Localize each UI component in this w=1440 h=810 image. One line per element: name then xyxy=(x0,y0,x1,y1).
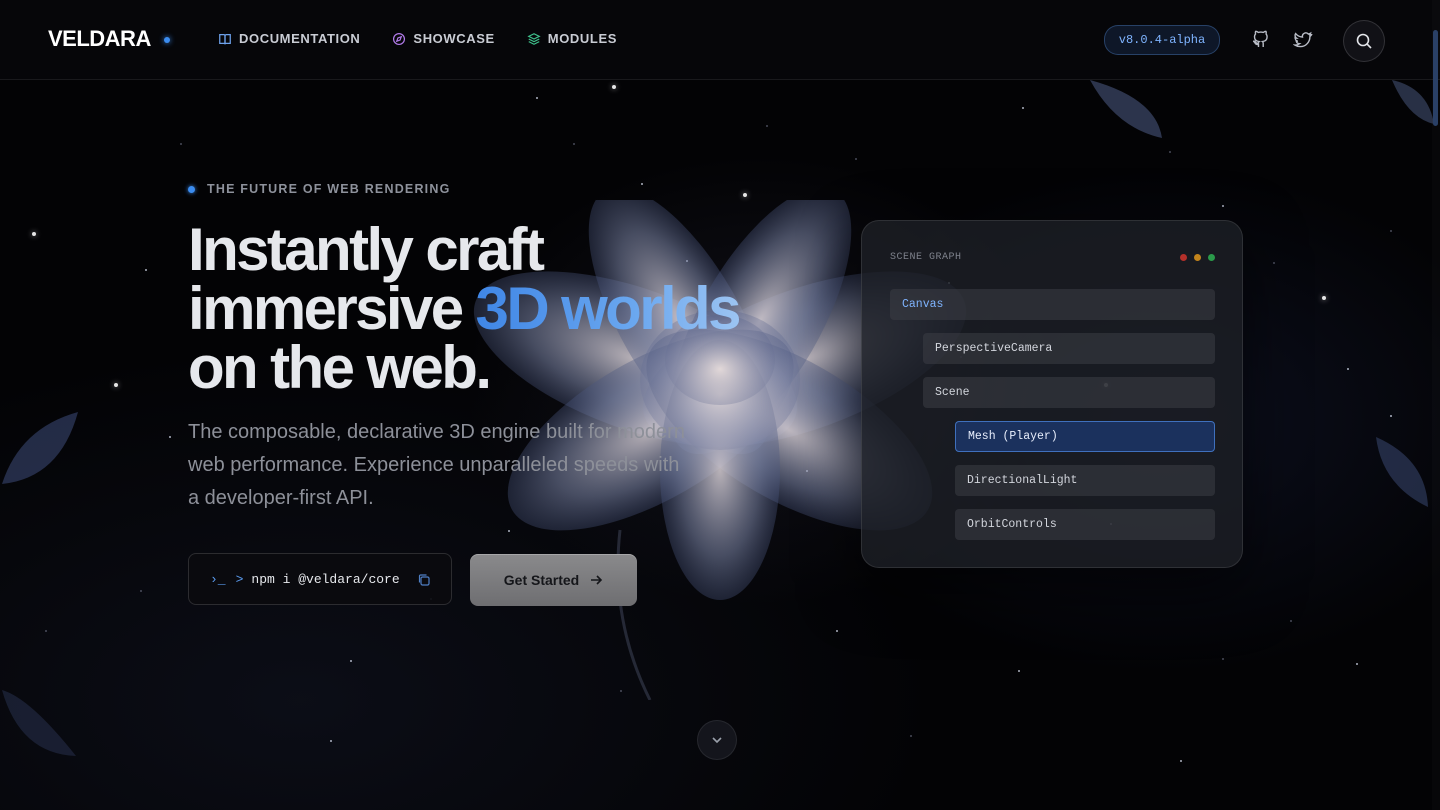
eyebrow-dot xyxy=(188,185,195,193)
headline-line-2: immersive 3D worlds xyxy=(188,279,741,339)
main-nav: DOCUMENTATION SHOWCASE MODULES xyxy=(218,31,617,46)
layers-icon xyxy=(527,32,541,45)
nav-showcase-label: SHOWCASE xyxy=(413,31,495,46)
nav-documentation[interactable]: DOCUMENTATION xyxy=(218,31,360,46)
logo[interactable]: VELDARA xyxy=(48,26,151,52)
petal-decoration xyxy=(1376,437,1428,507)
hero-headline: Instantly craft immersive 3D worlds on t… xyxy=(188,216,741,401)
arrow-right-icon xyxy=(591,575,603,585)
nav-modules-label: MODULES xyxy=(547,31,617,46)
scene-node-mesh-player[interactable]: Mesh (Player) xyxy=(955,421,1215,452)
page: VELDARA DOCUMENTATION SHOWCASE MODULES v… xyxy=(0,0,1440,810)
install-command-box[interactable]: ›_ > npm i @veldara/core xyxy=(188,553,452,605)
logo-dot xyxy=(164,37,170,43)
nav-documentation-label: DOCUMENTATION xyxy=(239,31,361,46)
headline-accent: 3D worlds xyxy=(475,275,742,342)
book-icon xyxy=(219,33,231,44)
window-close-dot xyxy=(1180,254,1187,261)
nav-showcase[interactable]: SHOWCASE xyxy=(392,31,494,46)
window-minimize-dot xyxy=(1194,254,1201,261)
scene-node-canvas[interactable]: Canvas xyxy=(890,289,1215,320)
scene-graph-panel: SCENE GRAPH Canvas PerspectiveCamera Sce… xyxy=(861,220,1243,568)
headline-line-1: Instantly craft xyxy=(188,216,545,283)
petal-decoration xyxy=(1090,80,1162,138)
search-button[interactable] xyxy=(1343,20,1385,62)
scroll-down-button[interactable] xyxy=(697,720,737,760)
scene-graph-title: SCENE GRAPH xyxy=(890,252,962,263)
scene-node-scene[interactable]: Scene xyxy=(923,377,1215,408)
terminal-caret: > xyxy=(235,571,244,587)
search-icon xyxy=(1356,33,1372,49)
github-icon[interactable] xyxy=(1251,30,1271,50)
petal-decoration xyxy=(2,412,78,484)
terminal-prompt-icon: ›_ xyxy=(210,571,226,587)
petal-decoration xyxy=(1392,80,1434,124)
scene-node-orbitcontrols[interactable]: OrbitControls xyxy=(955,509,1215,540)
install-command: npm i @veldara/core xyxy=(251,571,400,587)
scene-node-perspectivecamera[interactable]: PerspectiveCamera xyxy=(923,333,1215,364)
hero-eyebrow: THE FUTURE OF WEB RENDERING xyxy=(188,182,451,196)
hero-subtext: The composable, declarative 3D engine bu… xyxy=(188,421,685,509)
version-badge[interactable]: v8.0.4-alpha xyxy=(1104,25,1220,55)
eyebrow-text: THE FUTURE OF WEB RENDERING xyxy=(207,182,451,196)
scrollbar-thumb[interactable] xyxy=(1433,30,1438,126)
compass-icon xyxy=(393,32,406,45)
window-maximize-dot xyxy=(1208,254,1215,261)
headline-line-2-plain: immersive xyxy=(188,275,476,342)
get-started-label: Get Started xyxy=(503,572,580,588)
chevron-down-icon xyxy=(712,737,722,744)
copy-icon[interactable] xyxy=(417,573,431,587)
headline-line-3: on the web. xyxy=(188,334,492,401)
top-navigation-bar: VELDARA DOCUMENTATION SHOWCASE MODULES v… xyxy=(0,0,1440,80)
get-started-button[interactable]: Get Started xyxy=(470,554,637,606)
twitter-icon[interactable] xyxy=(1293,30,1313,50)
scene-node-directionallight[interactable]: DirectionalLight xyxy=(955,465,1215,496)
nav-modules[interactable]: MODULES xyxy=(527,31,617,46)
petal-decoration xyxy=(2,690,76,756)
